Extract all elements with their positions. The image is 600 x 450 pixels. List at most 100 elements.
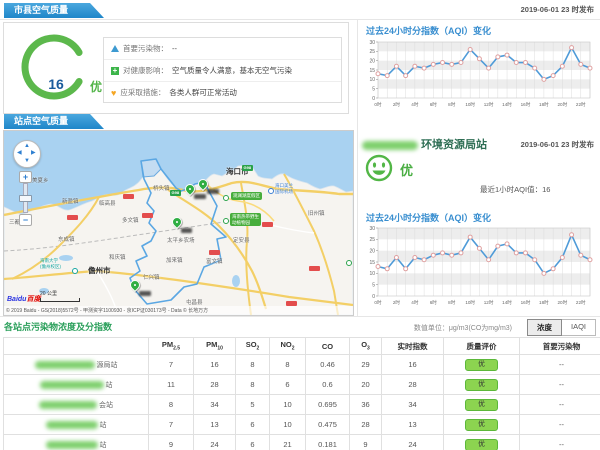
value-cell: 6 <box>236 435 270 450</box>
table-section-title: 各站点污染物浓度及分指数 <box>4 320 112 333</box>
value-cell: 10 <box>270 395 306 415</box>
svg-text:15: 15 <box>369 260 375 266</box>
value-cell: 9 <box>350 435 382 450</box>
svg-text:20时: 20时 <box>557 101 567 107</box>
city-chart-title: 过去24小时分指数（AQI）变化 <box>366 24 491 37</box>
svg-text:0: 0 <box>372 294 375 300</box>
baidu-logo-text: Baidu <box>7 296 26 303</box>
map-town-label: 新盈镇 <box>62 197 79 205</box>
svg-text:10: 10 <box>369 271 375 277</box>
recent-aqi: 最近1小时AQI值：16 <box>480 184 550 195</box>
map-town-label: 桥头镇 <box>153 184 170 192</box>
column-header: CO <box>306 338 350 355</box>
recent-aqi-label: 最近1小时AQI值： <box>480 185 542 194</box>
value-cell: 9 <box>149 435 194 450</box>
road-shield: G98 <box>170 190 181 196</box>
column-header: PM10 <box>194 338 236 355</box>
svg-text:6时: 6时 <box>430 299 438 305</box>
svg-text:16时: 16时 <box>521 299 531 305</box>
road-shield: G98 <box>242 165 253 171</box>
svg-text:25: 25 <box>369 237 375 243</box>
svg-text:20时: 20时 <box>557 299 567 305</box>
info-value: 空气质量令人满意，基本无空气污染 <box>172 65 292 76</box>
info-label: 对健康影响： <box>123 65 168 76</box>
value-cell: 10 <box>270 415 306 435</box>
map-poi-icon <box>346 260 352 266</box>
map-attribution: © 2019 Baidu - GS(2018)5572号 - 甲测资字11009… <box>4 306 354 315</box>
svg-text:6时: 6时 <box>430 101 438 107</box>
value-cell: 7 <box>149 415 194 435</box>
map-poi-icon <box>72 268 78 274</box>
svg-text:14时: 14时 <box>502 299 512 305</box>
map-town-label: 临高县 <box>99 199 116 207</box>
value-cell: 8 <box>236 355 270 375</box>
aqi-gauge <box>18 31 92 105</box>
toggle-concentration[interactable]: 浓度 <box>527 319 562 336</box>
unit-toggle-group: 浓度 IAQI <box>527 319 596 336</box>
pan-down-icon[interactable]: ▼ <box>24 158 30 164</box>
value-cell: 0.46 <box>306 355 350 375</box>
svg-text:0时: 0时 <box>374 299 382 305</box>
svg-text:10: 10 <box>369 77 375 83</box>
grade-cell: 优 <box>444 415 520 435</box>
zoom-handle[interactable] <box>19 195 32 202</box>
svg-text:16时: 16时 <box>521 101 531 107</box>
toggle-iaqi[interactable]: IAQI <box>562 319 596 336</box>
value-cell: 8 <box>236 375 270 395</box>
pan-right-icon[interactable]: ▶ <box>31 150 36 156</box>
station-name-suffix: 会站 <box>99 402 113 409</box>
svg-text:22时: 22时 <box>576 299 586 305</box>
quality-badge: 优 <box>465 419 498 431</box>
table-row[interactable]: 站7136100.4752813优-- <box>4 415 600 435</box>
road-shield <box>309 266 320 271</box>
station-name-cell: 会站 <box>4 395 149 415</box>
quality-badge: 优 <box>465 399 498 411</box>
map-pan-control[interactable]: ▲ ▼ ◀ ▶ <box>13 140 41 168</box>
table-row[interactable]: 站1128860.62028优-- <box>4 375 600 395</box>
value-cell: 6 <box>270 375 306 395</box>
value-cell: 24 <box>194 435 236 450</box>
road-shield <box>262 222 273 227</box>
pan-left-icon[interactable]: ◀ <box>17 150 22 156</box>
value-cell: 34 <box>382 395 444 415</box>
station-aqi-chart: 0510152025300时2时4时6时8时10时12时14时16时18时20时… <box>362 223 596 309</box>
map-town-label: 仁兴镇 <box>143 273 160 281</box>
tab-station-air-quality[interactable]: 站点空气质量 <box>4 114 104 129</box>
value-cell: 36 <box>350 395 382 415</box>
table-row[interactable]: 源局站716880.462916优-- <box>4 355 600 375</box>
map-label-redacted <box>181 228 192 233</box>
value-cell: 20 <box>350 375 382 395</box>
grade-cell: 优 <box>444 355 520 375</box>
pan-up-icon[interactable]: ▲ <box>24 143 30 149</box>
value-cell: 34 <box>194 395 236 415</box>
svg-text:25: 25 <box>369 49 375 55</box>
value-cell: 28 <box>382 375 444 395</box>
divider <box>0 316 600 317</box>
map-town-label: 定安县 <box>233 236 250 244</box>
station-title: 环境资源局站 <box>421 139 487 151</box>
svg-text:18时: 18时 <box>539 299 549 305</box>
map-poi-label: 观澜湖度假区 <box>231 192 262 200</box>
recent-aqi-value: 16 <box>542 185 550 194</box>
primary-pollutant-cell: -- <box>520 435 600 450</box>
road-shield <box>209 250 220 255</box>
svg-text:0时: 0时 <box>374 101 382 107</box>
map-town-label: 富文镇 <box>206 257 223 265</box>
map-scale: 20 公里 <box>40 290 80 302</box>
grade-cell: 优 <box>444 375 520 395</box>
column-header: 实时指数 <box>382 338 444 355</box>
info-label: 首要污染物： <box>123 43 168 54</box>
station-map[interactable]: 海口市儋州市美夏乡新盈镇临高县桥头镇多文镇东成镇三都镇和庆镇加来镇仁兴镇太平乡农… <box>3 130 354 316</box>
zoom-out-button[interactable]: − <box>19 214 32 226</box>
table-row[interactable]: 会站8345100.6953634优-- <box>4 395 600 415</box>
tab-city-air-quality[interactable]: 市县空气质量 <box>4 3 104 18</box>
map-city-label: 儋州市 <box>88 265 111 276</box>
station-title-row: 环境资源局站 <box>362 136 487 152</box>
svg-text:20: 20 <box>369 58 375 64</box>
table-row[interactable]: 站9246210.181924优-- <box>4 435 600 450</box>
city-aqi-chart: 0510152025300时2时4时6时8时10时12时14时16时18时20时… <box>362 37 596 111</box>
zoom-in-button[interactable]: + <box>19 171 32 183</box>
primary-pollutant-cell: -- <box>520 355 600 375</box>
svg-text:10时: 10时 <box>465 299 475 305</box>
svg-text:8时: 8时 <box>448 299 456 305</box>
